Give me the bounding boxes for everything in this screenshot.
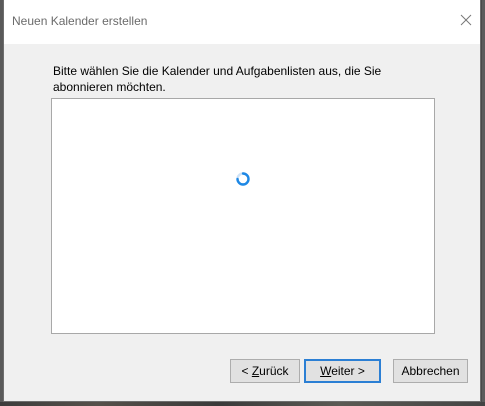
title-bar: Neuen Kalender erstellen	[4, 0, 480, 44]
calendar-list[interactable]	[51, 98, 435, 334]
background-bottom-edge	[0, 402, 485, 406]
close-button[interactable]	[452, 6, 480, 34]
spinner-icon	[235, 171, 251, 187]
cancel-button-label: Abbrechen	[401, 364, 460, 378]
next-button-label: eiter >	[331, 364, 365, 378]
back-button[interactable]: < Zurück	[230, 359, 300, 383]
close-icon	[460, 14, 472, 26]
new-calendar-dialog: Neuen Kalender erstellen Bitte wählen Si…	[3, 0, 481, 402]
next-button-accelerator: W	[320, 364, 332, 378]
back-button-label: urück	[259, 364, 289, 378]
back-button-prefix: <	[241, 364, 252, 378]
instruction-text: Bitte wählen Sie die Kalender und Aufgab…	[53, 64, 382, 94]
next-button[interactable]: Weiter >	[304, 359, 381, 383]
cancel-button[interactable]: Abbrechen	[393, 359, 468, 383]
dialog-title: Neuen Kalender erstellen	[12, 14, 148, 28]
